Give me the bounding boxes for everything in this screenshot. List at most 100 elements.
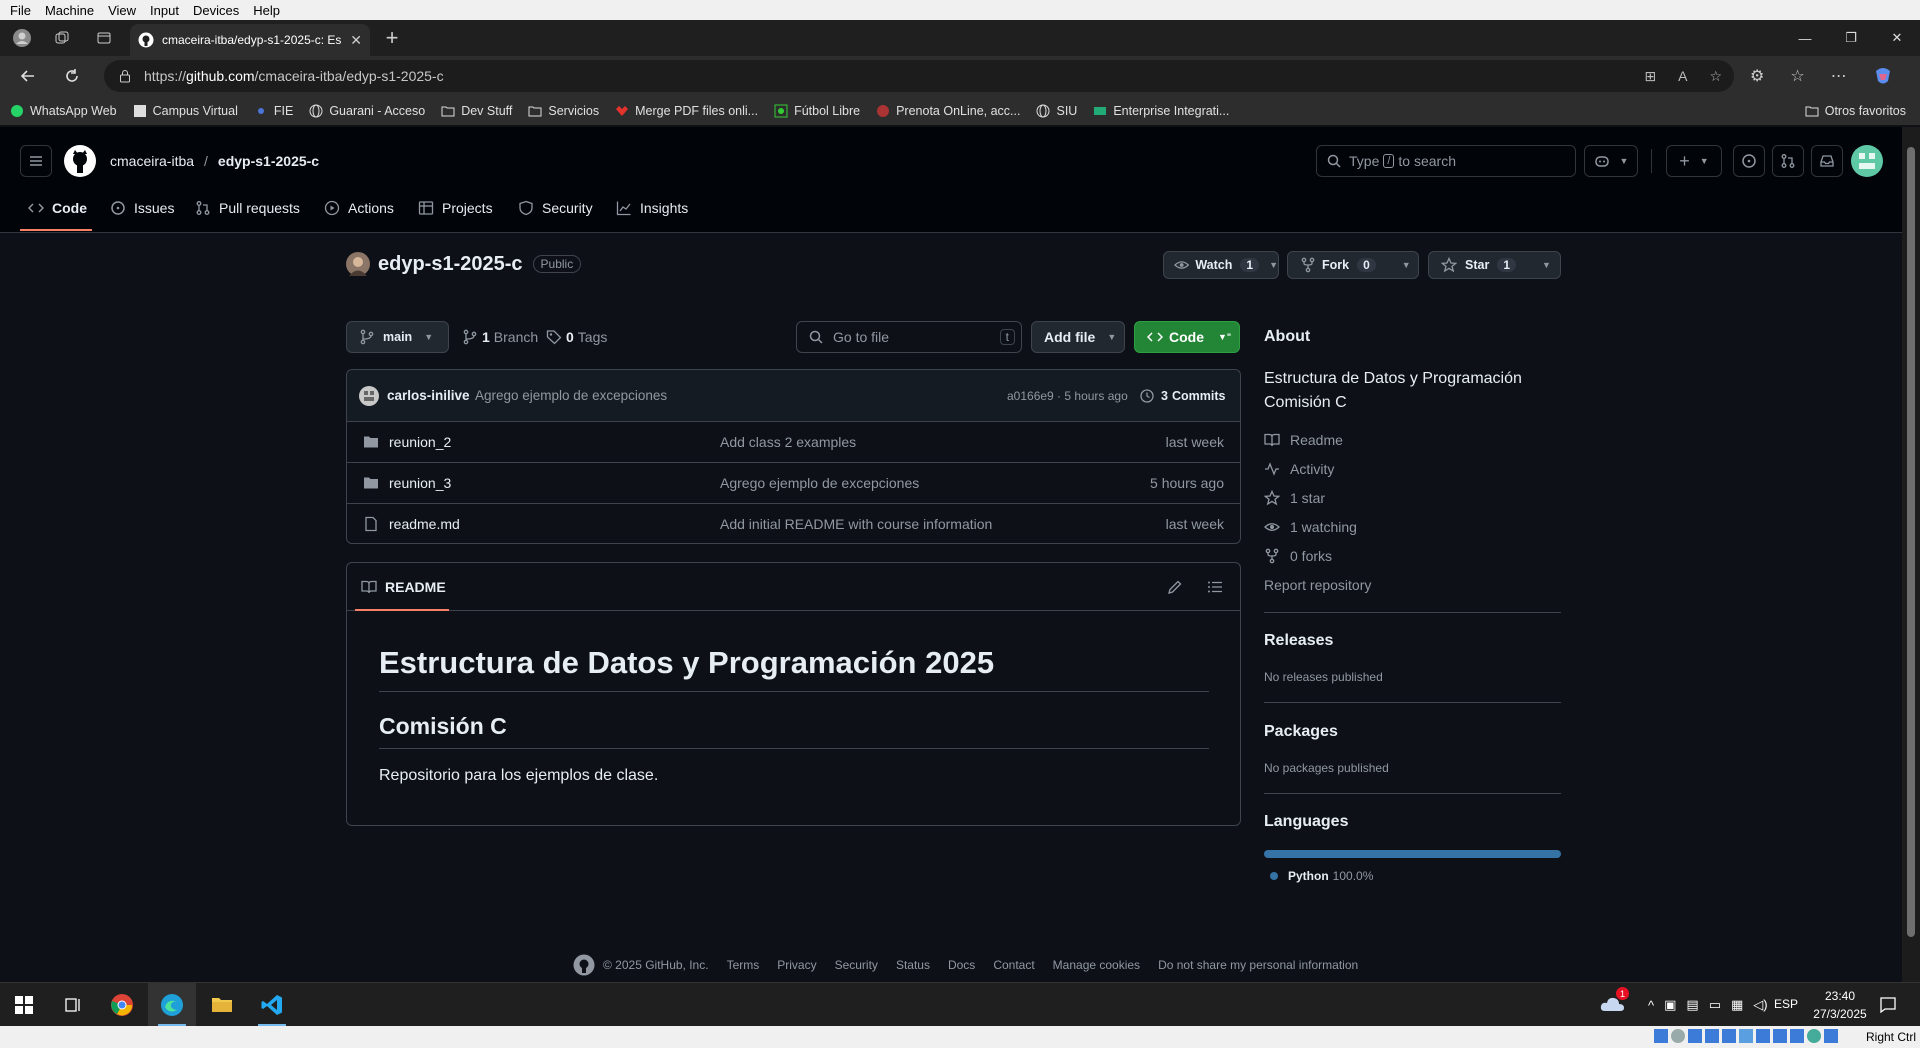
favorite-star-icon[interactable]: ☆ [1709,68,1722,85]
fork-button[interactable]: Fork 0 ▼ [1287,251,1419,279]
bookmark-enterprise[interactable]: Enterprise Integrati... [1093,104,1229,118]
vm-status-icon[interactable] [1824,1029,1838,1043]
tab-projects[interactable]: Projects [418,191,493,225]
volume-icon[interactable]: ◁) [1753,997,1767,1013]
bookmark-whatsapp[interactable]: WhatsApp Web [10,104,117,118]
avatar[interactable] [1851,145,1883,177]
chevron-up-icon[interactable]: ^ [1648,998,1654,1013]
address-bar[interactable]: https://github.com/cmaceira-itba/edyp-s1… [104,60,1734,92]
app-available-icon[interactable]: ⊞ [1644,68,1656,85]
pull-requests-button[interactable] [1772,145,1804,177]
stars-link[interactable]: 1 star [1264,490,1325,506]
other-favorites[interactable]: Otros favoritos [1805,96,1906,126]
start-button[interactable] [0,983,48,1027]
vm-status-icon[interactable] [1739,1029,1753,1043]
commits-link[interactable]: 3 Commits [1139,388,1225,404]
vm-menu-input[interactable]: Input [150,3,179,18]
table-row[interactable]: readme.md Add initial README with course… [347,503,1240,544]
footer-privacy[interactable]: Privacy [777,958,816,972]
tab-actions[interactable]: Actions [324,191,394,225]
footer-manage-cookies[interactable]: Manage cookies [1053,958,1140,972]
back-icon[interactable] [12,60,44,92]
vm-status-icon[interactable] [1722,1029,1736,1043]
bookmark-dev-stuff[interactable]: Dev Stuff [441,104,512,118]
table-row[interactable]: reunion_2 Add class 2 examples last week [347,421,1240,462]
battery-icon[interactable]: ▭ [1709,997,1721,1013]
bookmark-futbol-libre[interactable]: Fútbol Libre [774,104,860,118]
branches-link[interactable]: 1 Branch [462,329,538,345]
notifications-button[interactable] [1864,983,1912,1027]
outline-list-icon[interactable] [1207,579,1223,595]
new-tab-icon[interactable]: + [376,22,408,54]
vm-status-icon[interactable] [1654,1029,1668,1043]
chevron-down-icon[interactable]: ▼ [1269,260,1278,270]
footer-terms[interactable]: Terms [727,958,760,972]
vm-menu-view[interactable]: View [108,3,136,18]
forks-link[interactable]: 0 forks [1264,548,1332,564]
edit-pencil-icon[interactable] [1167,579,1183,595]
watching-link[interactable]: 1 watching [1264,519,1357,535]
task-view-button[interactable] [48,983,96,1027]
go-to-file-input[interactable]: Go to file t [796,321,1022,353]
header-repo-link[interactable]: edyp-s1-2025-c [218,153,319,169]
bookmark-servicios[interactable]: Servicios [528,104,599,118]
footer-contact[interactable]: Contact [993,958,1034,972]
tags-link[interactable]: 0 Tags [546,329,607,345]
tab-actions-icon[interactable] [88,22,120,54]
vm-status-icon[interactable] [1773,1029,1787,1043]
close-window-icon[interactable]: ✕ [1874,20,1920,56]
code-button[interactable]: Code ▼" [1134,321,1240,353]
tab-security[interactable]: Security [518,191,593,225]
tab-issues[interactable]: Issues [110,191,174,225]
language-python[interactable]: Python 100.0% [1270,869,1373,883]
favorites-icon[interactable]: ☆ [1790,66,1804,86]
bookmark-prenota[interactable]: Prenota OnLine, acc... [876,104,1020,118]
vm-menu-machine[interactable]: Machine [45,3,94,18]
onedrive-icon[interactable]: 1 [1600,987,1629,1013]
network-icon[interactable]: ▦ [1731,997,1743,1013]
vm-status-icon[interactable] [1807,1029,1821,1043]
vm-status-icon[interactable] [1688,1029,1702,1043]
clock[interactable]: 23:40 27/3/2025 [1812,987,1868,1023]
table-row[interactable]: reunion_3 Agrego ejemplo de excepciones … [347,462,1240,503]
workspaces-icon[interactable] [46,22,78,54]
chevron-down-icon[interactable]: ▼ [1402,260,1411,270]
header-owner-link[interactable]: cmaceira-itba [110,153,194,169]
tab-insights[interactable]: Insights [616,191,688,225]
branch-selector[interactable]: main ▼ [346,321,449,353]
commit-author[interactable]: carlos-inilive [387,388,470,403]
packages-title[interactable]: Packages [1264,723,1338,741]
copilot-button[interactable]: ▼ [1584,145,1638,177]
footer-docs[interactable]: Docs [948,958,975,972]
repo-title[interactable]: edyp-s1-2025-c [378,253,523,276]
profile-icon[interactable] [6,22,38,54]
vm-status-icon[interactable] [1756,1029,1770,1043]
footer-do-not-share[interactable]: Do not share my personal information [1158,958,1358,972]
hamburger-menu-icon[interactable] [20,145,52,177]
bookmark-fie[interactable]: FIE [254,104,293,118]
vm-status-icon[interactable] [1705,1029,1719,1043]
search-input[interactable]: Type / to search [1316,145,1576,177]
bookmark-merge-pdf[interactable]: Merge PDF files onli... [615,104,758,118]
tab-pull-requests[interactable]: Pull requests [195,191,300,225]
inbox-button[interactable] [1811,145,1843,177]
github-logo-icon[interactable] [573,954,595,976]
bookmark-campus[interactable]: Campus Virtual [133,104,238,118]
owner-avatar[interactable] [346,252,370,276]
bookmark-guarani[interactable]: Guarani - Acceso [309,104,425,118]
github-logo-icon[interactable] [64,145,96,177]
report-repository-link[interactable]: Report repository [1264,577,1371,593]
commit-hash-time[interactable]: a0166e9 · 5 hours ago [1007,389,1128,403]
commit-author-avatar[interactable] [359,385,379,406]
restore-icon[interactable]: ❐ [1828,20,1874,56]
create-new-button[interactable]: + ▼ [1666,145,1722,177]
watch-button[interactable]: Watch 1 ▼ [1163,251,1279,279]
activity-link[interactable]: Activity [1264,461,1334,477]
add-file-button[interactable]: Add file ▼ [1031,321,1125,353]
chevron-down-icon[interactable]: ▼ [1542,260,1551,270]
refresh-icon[interactable] [56,60,88,92]
taskbar-file-explorer[interactable] [198,983,246,1027]
releases-title[interactable]: Releases [1264,632,1333,650]
read-aloud-icon[interactable]: A [1678,68,1687,84]
tab-github-repo[interactable]: cmaceira-itba/edyp-s1-2025-c: Es ✕ [130,24,370,56]
